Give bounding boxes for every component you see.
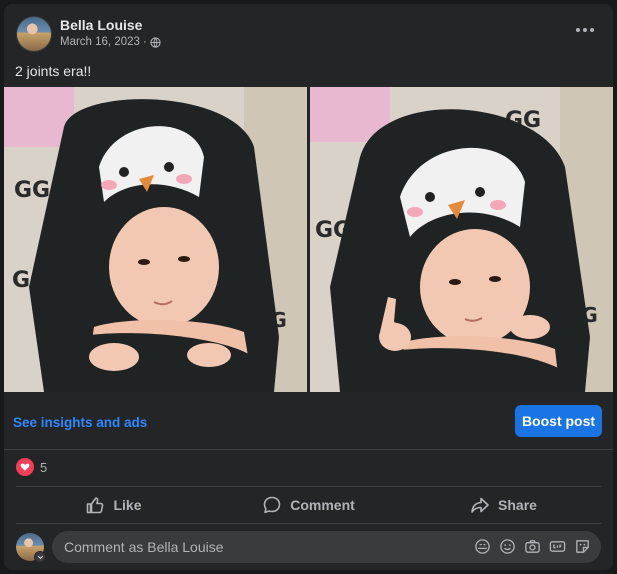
- share-label: Share: [498, 497, 537, 513]
- avatar-sticker-icon[interactable]: [474, 538, 491, 555]
- boost-post-button[interactable]: Boost post: [515, 405, 602, 437]
- insights-bar: See insights and ads Boost post: [4, 392, 613, 450]
- gif-icon[interactable]: [549, 538, 566, 555]
- more-options-icon[interactable]: [571, 20, 599, 40]
- like-label: Like: [113, 497, 142, 513]
- author-name[interactable]: Bella Louise: [60, 17, 142, 33]
- comment-label: Comment: [290, 497, 355, 513]
- chevron-down-icon[interactable]: [34, 551, 46, 563]
- comment-input-wrapper: [52, 531, 601, 563]
- post-photo-1[interactable]: GG GG GG: [4, 87, 307, 392]
- author-avatar[interactable]: [16, 16, 52, 52]
- comment-button[interactable]: Comment: [211, 487, 406, 523]
- like-button[interactable]: Like: [16, 487, 211, 523]
- comment-bubble-icon: [263, 496, 281, 514]
- heart-icon: [16, 458, 34, 476]
- post-card: Bella Louise March 16, 2023 · 2 joints e…: [4, 4, 613, 570]
- thumbs-up-icon: [87, 497, 104, 514]
- comment-tools: [474, 538, 591, 555]
- svg-text:GG: GG: [14, 178, 50, 203]
- post-meta: March 16, 2023 ·: [60, 36, 161, 48]
- reactions-summary[interactable]: 5: [16, 457, 47, 477]
- post-actions: Like Comment Share: [16, 486, 601, 524]
- post-header: Bella Louise March 16, 2023 ·: [4, 4, 613, 62]
- photo-grid: GG GG GG GG: [4, 87, 613, 392]
- share-arrow-icon: [471, 497, 489, 513]
- reaction-count: 5: [40, 459, 48, 475]
- comment-input[interactable]: [64, 531, 444, 563]
- see-insights-link[interactable]: See insights and ads: [13, 415, 147, 430]
- globe-icon[interactable]: [150, 36, 161, 48]
- sticker-icon[interactable]: [574, 538, 591, 555]
- share-button[interactable]: Share: [406, 487, 601, 523]
- camera-icon[interactable]: [524, 538, 541, 555]
- meta-separator: ·: [142, 36, 147, 48]
- post-date[interactable]: March 16, 2023: [60, 36, 140, 48]
- comment-composer: [16, 531, 601, 563]
- post-caption: 2 joints era!!: [15, 63, 92, 79]
- emoji-icon[interactable]: [499, 538, 516, 555]
- post-photo-2[interactable]: GG GG GG: [310, 87, 613, 392]
